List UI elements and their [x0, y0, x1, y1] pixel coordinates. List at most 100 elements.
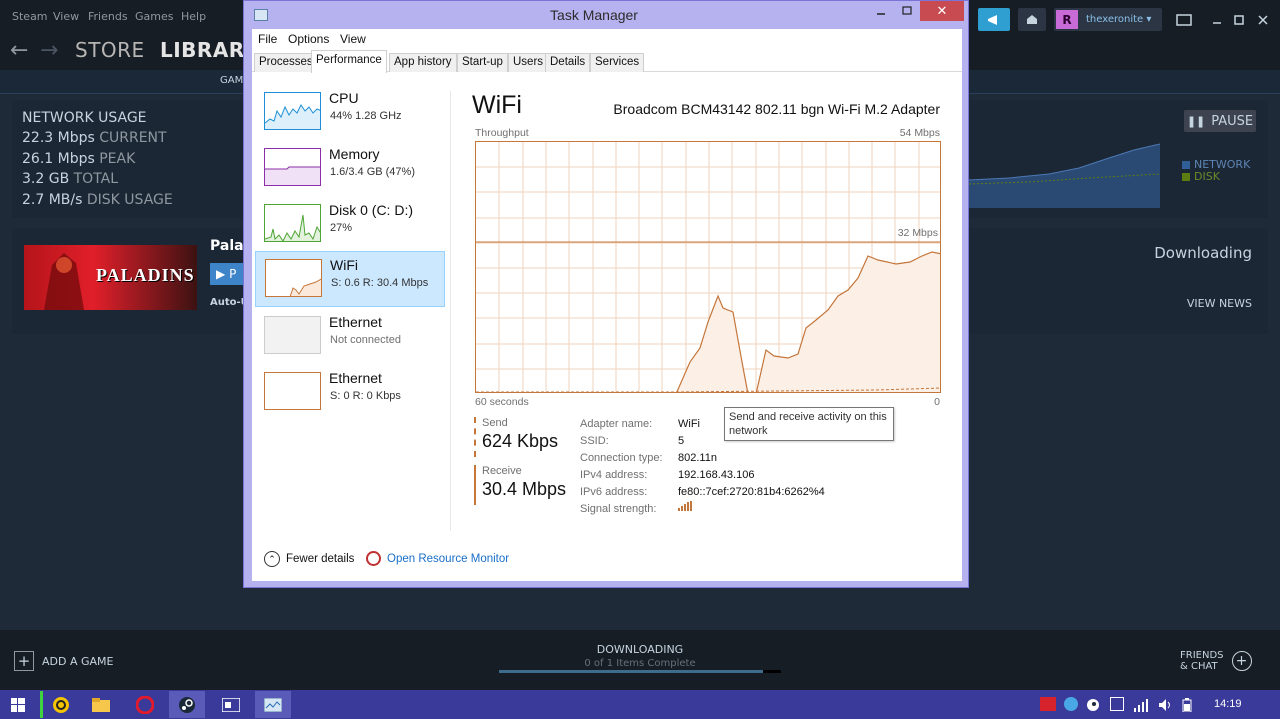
username: thexeronite ▾ [1086, 14, 1152, 25]
opera-icon[interactable] [127, 691, 163, 718]
throughput-graph[interactable] [475, 141, 941, 393]
prop-label: IPv4 address: [580, 469, 648, 481]
play-label: P [229, 267, 237, 281]
friends-chat-button[interactable]: FRIENDS & CHAT + [1180, 650, 1252, 672]
wifi-sub: S: 0.6 R: 30.4 Mbps [331, 277, 429, 289]
tab-details[interactable]: Details [545, 53, 591, 72]
nav-store[interactable]: STORE [75, 38, 145, 62]
total-label: TOTAL [73, 171, 119, 187]
menu-steam[interactable]: Steam [12, 10, 48, 23]
taskbar-clock[interactable]: 14:19 [1214, 698, 1242, 710]
back-arrow-icon[interactable]: ← [10, 38, 28, 63]
signal-strength-icon [678, 501, 694, 514]
adapter-name: Broadcom BCM43142 802.11 bgn Wi-Fi M.2 A… [613, 101, 940, 117]
receive-label: Receive [482, 465, 522, 477]
sidebar-item-ethernet-2[interactable]: Ethernet S: 0 R: 0 Kbps [255, 365, 445, 421]
disk-sub: 27% [330, 222, 353, 234]
disk-label: DISK USAGE [86, 192, 173, 208]
send-label: Send [482, 417, 508, 429]
plus-icon: + [14, 651, 34, 671]
menu-games[interactable]: Games [135, 10, 173, 23]
network-usage-graph [969, 143, 1161, 208]
graph-tooltip: Send and receive activity on this networ… [724, 407, 894, 441]
sidebar-item-memory[interactable]: Memory 1.6/3.4 GB (47%) [255, 141, 445, 197]
forward-arrow-icon[interactable]: → [40, 38, 58, 63]
downloads-status[interactable]: DOWNLOADING 0 of 1 Items Complete [500, 643, 780, 669]
file-explorer-icon[interactable] [83, 691, 119, 718]
detail-title: WiFi [472, 91, 522, 119]
tab-users[interactable]: Users [508, 53, 549, 72]
play-button[interactable]: ▶ P [210, 263, 246, 285]
fewer-details-button[interactable]: ⌃ Fewer details [264, 551, 354, 567]
tm-divider [450, 91, 451, 531]
start-windows-icon[interactable] [0, 691, 36, 718]
tm-menu-options[interactable]: Options [288, 32, 329, 46]
big-picture-icon[interactable] [1170, 8, 1198, 31]
menu-friends[interactable]: Friends [88, 10, 128, 23]
menu-view[interactable]: View [53, 10, 79, 23]
tm-title: Task Manager [550, 7, 638, 23]
peak-value: 26.1 Mbps [22, 151, 95, 167]
tray-battery-icon[interactable] [1182, 697, 1196, 713]
notification-icon[interactable] [1018, 8, 1046, 31]
disk-name: Disk 0 (C: D:) [329, 202, 413, 218]
tm-close-icon[interactable]: ✕ [920, 1, 964, 21]
fewer-details-label: Fewer details [286, 553, 355, 565]
game-thumbnail[interactable]: PALADINS [24, 245, 197, 310]
tray-volume-icon[interactable] [1158, 697, 1172, 711]
disk-thumbnail [264, 204, 321, 242]
tm-minimize-icon[interactable] [870, 1, 892, 21]
chevron-up-icon: ⌃ [264, 551, 280, 567]
tab-performance[interactable]: Performance [311, 50, 387, 73]
prop-value: fe80::7cef:2720:81b4:6262%4 [678, 486, 825, 498]
user-menu[interactable]: R thexeronite ▾ [1054, 8, 1162, 31]
tab-processes[interactable]: Processes [254, 53, 318, 72]
steam-taskbar-icon[interactable] [169, 691, 205, 718]
view-news-link[interactable]: VIEW NEWS [1170, 297, 1252, 310]
tray-steam-icon[interactable] [1086, 697, 1100, 711]
disk-value: 2.7 MB/s [22, 192, 83, 208]
sidebar-item-ethernet-1[interactable]: Ethernet Not connected [255, 309, 445, 365]
pause-label: PAUSE [1211, 113, 1254, 129]
app-window-icon[interactable] [213, 691, 249, 718]
receive-stat: Receive 30.4 Mbps [474, 465, 566, 505]
prop-label: Signal strength: [580, 503, 657, 515]
ethernet-2-name: Ethernet [329, 370, 382, 386]
minimize-icon[interactable] [1208, 8, 1226, 31]
memory-thumbnail [264, 148, 321, 186]
maximize-icon[interactable] [1230, 8, 1248, 31]
tm-body: File Options View Processes Performance … [252, 29, 962, 581]
tray-window-icon[interactable] [1110, 697, 1124, 711]
pause-button[interactable]: ❚❚ PAUSE [1184, 110, 1256, 132]
current-label: CURRENT [99, 130, 167, 146]
task-manager-taskbar-icon[interactable] [255, 691, 291, 718]
tab-startup[interactable]: Start-up [457, 53, 508, 72]
open-resource-monitor-link[interactable]: Open Resource Monitor [366, 551, 509, 566]
ethernet-1-thumbnail [264, 316, 321, 354]
memory-sub: 1.6/3.4 GB (47%) [330, 166, 415, 178]
app-icon-norton[interactable] [43, 691, 79, 718]
sidebar-item-disk[interactable]: Disk 0 (C: D:) 27% [255, 197, 445, 253]
tm-menu-view[interactable]: View [340, 32, 366, 46]
sidebar-item-cpu[interactable]: CPU 44% 1.28 GHz [255, 85, 445, 141]
ethernet-1-name: Ethernet [329, 314, 382, 330]
current-stat: 22.3 Mbps CURRENT [22, 130, 167, 146]
broadcast-icon[interactable] [978, 8, 1010, 31]
subnav-games[interactable]: GAM [220, 75, 243, 86]
sidebar-item-wifi[interactable]: WiFi S: 0.6 R: 30.4 Mbps [255, 251, 445, 307]
menu-help[interactable]: Help [181, 10, 206, 23]
close-icon[interactable] [1254, 8, 1272, 31]
tray-signal-icon[interactable] [1134, 697, 1148, 712]
prop-value: 802.11n [678, 452, 717, 464]
tab-app-history[interactable]: App history [389, 53, 457, 72]
friends-label: FRIENDS [1180, 650, 1224, 661]
tray-app-icon[interactable] [1040, 697, 1056, 711]
peak-label: PEAK [99, 151, 136, 167]
tray-globe-icon[interactable] [1064, 697, 1078, 711]
add-game-button[interactable]: + ADD A GAME [14, 651, 113, 671]
total-stat: 3.2 GB TOTAL [22, 171, 118, 187]
tab-services[interactable]: Services [590, 53, 645, 72]
tm-menu-file[interactable]: File [258, 32, 277, 46]
tm-maximize-icon[interactable] [896, 1, 918, 21]
download-status: Downloading [1154, 244, 1252, 262]
